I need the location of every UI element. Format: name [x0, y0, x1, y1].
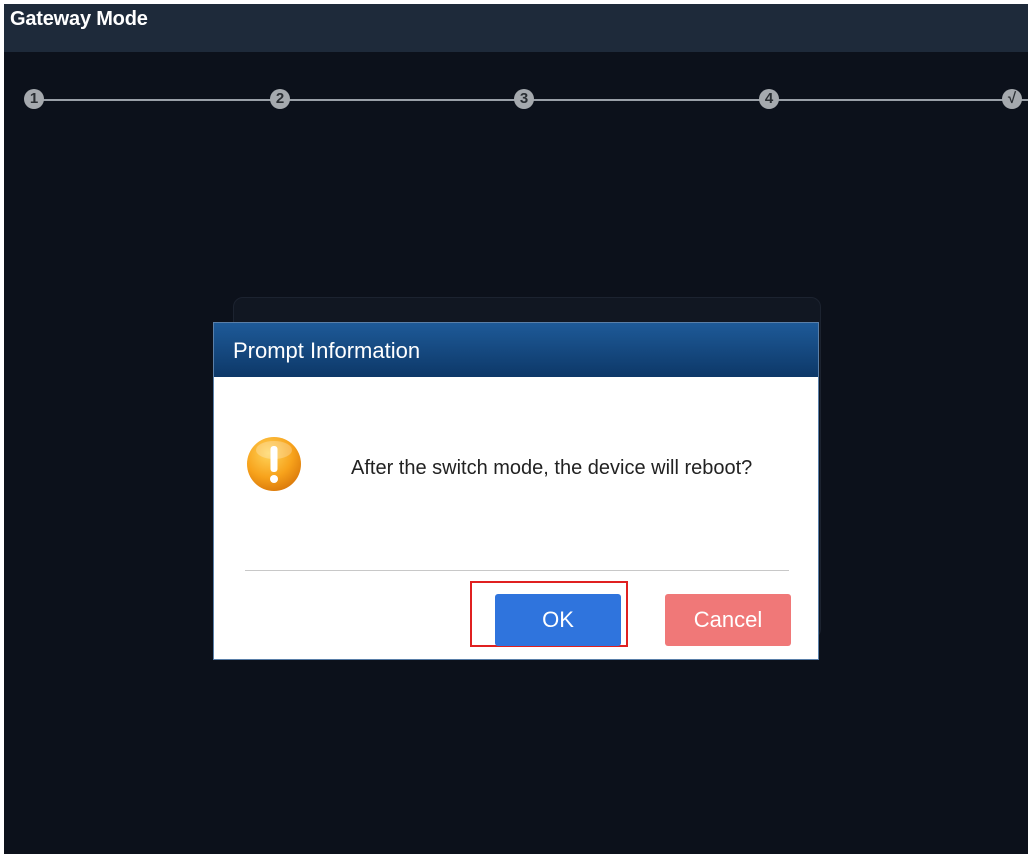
step-3: 3	[514, 89, 534, 109]
step-4: 4	[759, 89, 779, 109]
step-1: 1	[24, 89, 44, 109]
page-title: Gateway Mode	[10, 8, 148, 30]
dialog-divider	[245, 570, 789, 571]
prompt-dialog: Prompt Information After the switch mode…	[213, 322, 819, 660]
step-done: √	[1002, 89, 1022, 109]
cancel-button[interactable]: Cancel	[665, 594, 791, 646]
title-bar: Gateway Mode	[4, 4, 1028, 52]
warning-icon	[247, 437, 301, 491]
step-2: 2	[270, 89, 290, 109]
dialog-header: Prompt Information	[214, 323, 818, 377]
step-progress: 1 2 3 4 √	[4, 88, 1028, 112]
ok-button[interactable]: OK	[495, 594, 621, 646]
dialog-message: After the switch mode, the device will r…	[351, 457, 753, 479]
dialog-title: Prompt Information	[233, 338, 421, 363]
app-window: Gateway Mode 1 2 3 4 √ Prompt Informatio…	[4, 4, 1028, 854]
